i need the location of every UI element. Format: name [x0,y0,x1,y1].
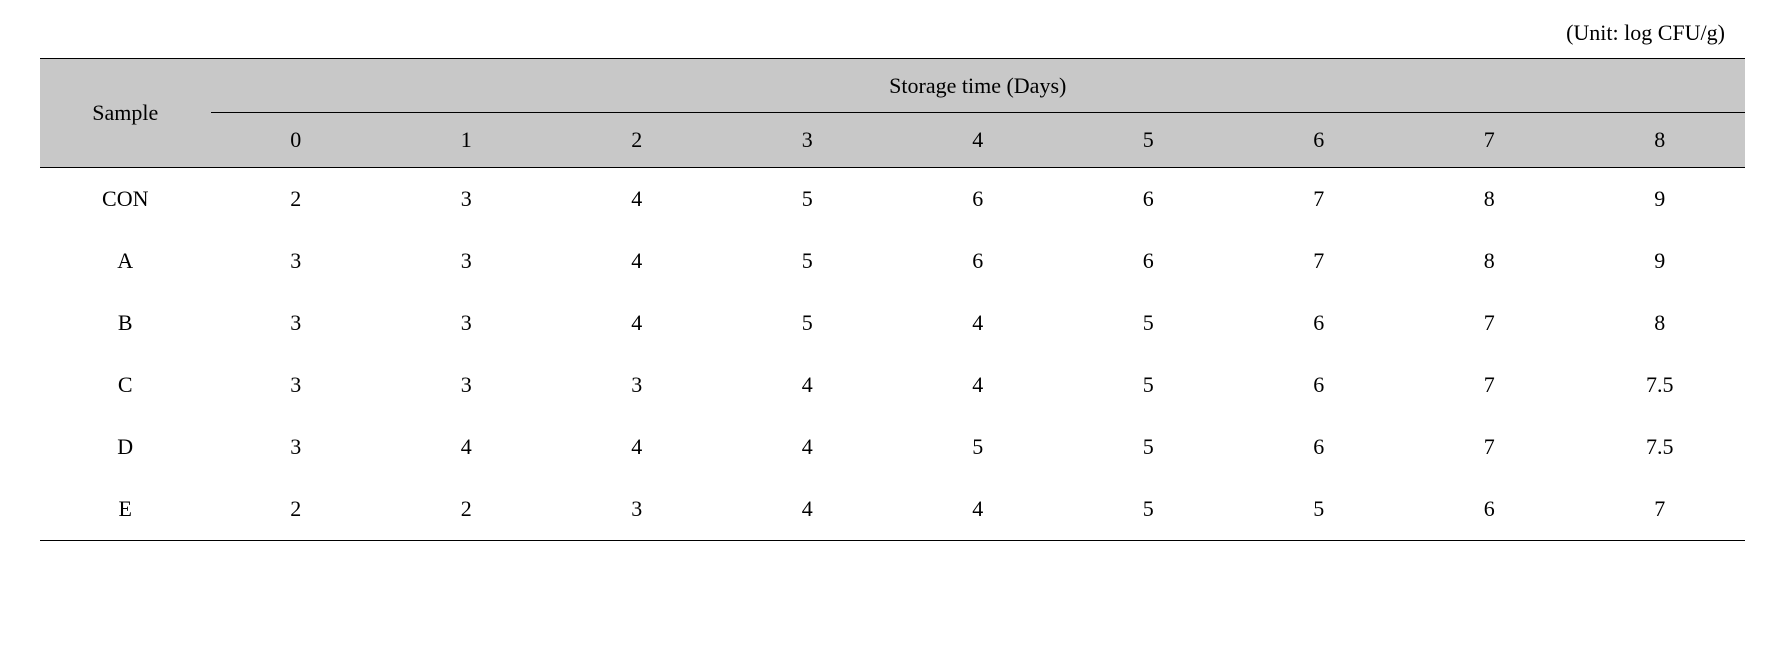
cell-sample: B [40,292,211,354]
cell-value: 5 [893,416,1064,478]
header-day-8: 8 [1575,113,1746,168]
table-body: CON 2 3 4 5 6 6 7 8 9 A 3 3 4 5 6 6 7 8 … [40,168,1745,541]
header-storage-time: Storage time (Days) [211,59,1746,114]
cell-value: 6 [1063,230,1234,292]
header-day-1: 1 [381,113,552,168]
header-day-3: 3 [722,113,893,168]
cell-value: 6 [1234,416,1405,478]
cell-value: 3 [211,292,382,354]
cell-value: 6 [893,168,1064,231]
data-table: Sample Storage time (Days) 0 1 2 3 4 5 6… [40,58,1745,541]
cell-value: 7 [1234,168,1405,231]
cell-value: 5 [722,292,893,354]
cell-value: 2 [211,168,382,231]
cell-value: 6 [1404,478,1575,541]
header-day-2: 2 [552,113,723,168]
cell-value: 3 [211,416,382,478]
cell-value: 2 [381,478,552,541]
cell-value: 6 [893,230,1064,292]
cell-value: 3 [381,354,552,416]
cell-value: 4 [552,292,723,354]
cell-value: 3 [211,354,382,416]
cell-value: 4 [893,354,1064,416]
unit-label: (Unit: log CFU/g) [40,20,1745,46]
cell-value: 3 [381,292,552,354]
cell-value: 9 [1575,230,1746,292]
cell-value: 7.5 [1575,416,1746,478]
cell-value: 4 [381,416,552,478]
header-day-5: 5 [1063,113,1234,168]
table-row: B 3 3 4 5 4 5 6 7 8 [40,292,1745,354]
cell-value: 3 [211,230,382,292]
table-row: CON 2 3 4 5 6 6 7 8 9 [40,168,1745,231]
cell-value: 4 [722,478,893,541]
header-sample: Sample [40,59,211,168]
cell-value: 5 [1063,416,1234,478]
cell-sample: CON [40,168,211,231]
cell-value: 5 [1063,478,1234,541]
cell-value: 5 [1234,478,1405,541]
cell-value: 7 [1404,292,1575,354]
cell-value: 3 [552,354,723,416]
cell-value: 4 [722,416,893,478]
cell-sample: A [40,230,211,292]
cell-value: 9 [1575,168,1746,231]
cell-value: 6 [1063,168,1234,231]
cell-value: 7 [1575,478,1746,541]
cell-value: 4 [893,292,1064,354]
cell-value: 8 [1575,292,1746,354]
cell-value: 2 [211,478,382,541]
header-day-0: 0 [211,113,382,168]
cell-value: 4 [552,416,723,478]
table-row: C 3 3 3 4 4 5 6 7 7.5 [40,354,1745,416]
cell-value: 6 [1234,292,1405,354]
cell-value: 3 [381,230,552,292]
cell-value: 7 [1404,354,1575,416]
cell-value: 7 [1404,416,1575,478]
cell-sample: C [40,354,211,416]
table-row: A 3 3 4 5 6 6 7 8 9 [40,230,1745,292]
header-day-4: 4 [893,113,1064,168]
cell-value: 5 [722,230,893,292]
cell-value: 7.5 [1575,354,1746,416]
cell-value: 5 [722,168,893,231]
header-day-7: 7 [1404,113,1575,168]
cell-value: 7 [1234,230,1405,292]
cell-value: 4 [552,168,723,231]
cell-value: 8 [1404,230,1575,292]
cell-value: 4 [552,230,723,292]
table-header: Sample Storage time (Days) 0 1 2 3 4 5 6… [40,59,1745,168]
cell-value: 6 [1234,354,1405,416]
cell-value: 4 [893,478,1064,541]
cell-value: 5 [1063,292,1234,354]
cell-value: 5 [1063,354,1234,416]
table-row: D 3 4 4 4 5 5 6 7 7.5 [40,416,1745,478]
cell-sample: D [40,416,211,478]
cell-value: 4 [722,354,893,416]
cell-value: 3 [552,478,723,541]
table-row: E 2 2 3 4 4 5 5 6 7 [40,478,1745,541]
header-day-6: 6 [1234,113,1405,168]
cell-sample: E [40,478,211,541]
cell-value: 3 [381,168,552,231]
cell-value: 8 [1404,168,1575,231]
